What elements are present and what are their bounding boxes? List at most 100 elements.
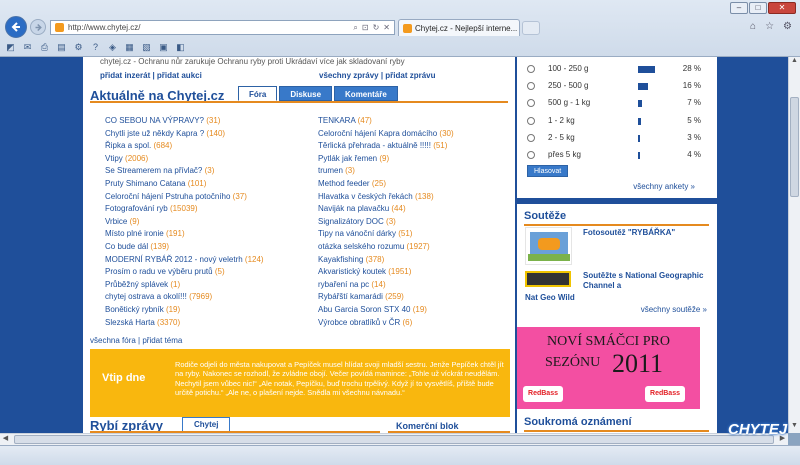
topic-title[interactable]: Těrlická přehrada - aktuálně !!!!! — [318, 141, 431, 150]
tab-diskuse[interactable]: Diskuse — [279, 86, 333, 101]
forum-topic[interactable]: Signalizátory DOC (3) — [318, 216, 454, 229]
compat-icon[interactable]: ⊡ — [362, 23, 369, 33]
topic-title[interactable]: Průběžný splávek — [105, 280, 168, 289]
hscroll-thumb[interactable] — [14, 435, 774, 444]
feed-icon[interactable]: ▧ — [140, 42, 153, 53]
topic-title[interactable]: CO SEBOU NA VÝPRAVY? — [105, 116, 204, 125]
topic-title[interactable]: Se Streamerem na přívlač? — [105, 166, 202, 175]
forum-topic[interactable]: rybaření na pc (14) — [318, 279, 454, 292]
forum-topic[interactable]: Rybářští kamarádi (259) — [318, 291, 454, 304]
topic-title[interactable]: Fotografování ryb — [105, 204, 168, 213]
search-icon[interactable]: ⌕ — [353, 23, 357, 33]
forum-topic[interactable]: Abu Garcia Soron STX 40 (19) — [318, 304, 454, 317]
forum-topic[interactable]: Pruty Shimano Catana (101) — [105, 178, 264, 191]
poll-radio[interactable] — [527, 82, 535, 91]
favorites-star-icon[interactable]: ☆ — [765, 21, 774, 32]
new-tab-button[interactable] — [522, 21, 540, 35]
topic-title[interactable]: Tipy na vánoční dárky — [318, 229, 396, 238]
poll-radio[interactable] — [527, 99, 535, 108]
topic-title[interactable]: Kayakfishing — [318, 255, 363, 264]
toolbar-icon[interactable]: ▣ — [157, 42, 170, 53]
forum-topic[interactable]: TENKARA (47) — [318, 115, 454, 128]
forum-topic[interactable]: Fotografování ryb (15039) — [105, 203, 264, 216]
forum-topic[interactable]: Místo plné ironie (191) — [105, 228, 264, 241]
topic-title[interactable]: MODERNÍ RYBÁŘ 2012 - nový veletrh — [105, 255, 243, 264]
poll-option[interactable]: 500 g - 1 kg 7 % — [527, 97, 709, 111]
topic-title[interactable]: otázka selského rozumu — [318, 242, 404, 251]
rss-icon[interactable]: ◩ — [4, 42, 17, 53]
minimize-button[interactable]: – — [730, 2, 748, 14]
close-window-button[interactable]: ✕ — [768, 2, 796, 14]
page-icon[interactable]: ▤ — [55, 42, 68, 53]
topic-title[interactable]: Rybářští kamarádi — [318, 292, 383, 301]
contest-natgeo-link[interactable]: Soutěžte s National Geographic Channel a — [583, 271, 711, 291]
topic-title[interactable]: Celoroční hájení Kapra domácího — [318, 129, 437, 138]
topic-title[interactable]: Řipka a spol. — [105, 141, 151, 150]
forum-topic[interactable]: Průběžný splávek (1) — [105, 279, 264, 292]
scroll-left-icon[interactable]: ◀ — [0, 434, 11, 445]
extension-icon[interactable]: ◧ — [174, 42, 187, 53]
tab-komentare[interactable]: Komentáře — [334, 86, 398, 101]
poll-radio[interactable] — [527, 133, 535, 142]
all-contests-link[interactable]: všechny soutěže » — [641, 305, 707, 314]
vote-button[interactable]: Hlasovat — [527, 165, 569, 177]
poll-option[interactable]: přes 5 kg 4 % — [527, 149, 709, 163]
forum-topic[interactable]: Method feeder (25) — [318, 178, 454, 191]
contest-rybarka-image[interactable] — [525, 227, 572, 265]
forum-topic[interactable]: Se Streamerem na přívlač? (3) — [105, 165, 264, 178]
forum-topic[interactable]: Řipka a spol. (684) — [105, 140, 264, 153]
print-icon[interactable]: ⎙ — [38, 42, 51, 53]
topic-title[interactable]: Naviják na plavačku — [318, 204, 389, 213]
topic-title[interactable]: Pruty Shimano Catana — [105, 179, 186, 188]
forum-topic[interactable]: Chytli jste už někdy Kapra ? (140) — [105, 128, 264, 141]
forum-topic[interactable]: Pytlák jak řemen (9) — [318, 153, 454, 166]
contest-rybarka-link[interactable]: Fotosoutěž "RYBÁŘKA" — [583, 228, 675, 237]
vertical-scrollbar[interactable]: ▲ ▼ — [788, 57, 800, 433]
forward-button[interactable] — [30, 19, 46, 35]
forum-topic[interactable]: MODERNÍ RYBÁŘ 2012 - nový veletrh (124) — [105, 254, 264, 267]
topic-title[interactable]: Abu Garcia Soron STX 40 — [318, 305, 411, 314]
url-input[interactable] — [68, 23, 318, 32]
home-icon[interactable]: ⌂ — [750, 21, 756, 32]
topic-title[interactable]: Pytlák jak řemen — [318, 154, 377, 163]
tab-chytej[interactable]: Chytej — [182, 417, 231, 432]
forum-topic[interactable]: Výrobce obratlíků v ČR (6) — [318, 317, 454, 330]
scroll-thumb[interactable] — [790, 97, 799, 197]
help-icon[interactable]: ? — [89, 42, 102, 53]
topic-title[interactable]: Signalizátory DOC — [318, 217, 384, 226]
topic-title[interactable]: Místo plné ironie — [105, 229, 164, 238]
contest-natgeo-image[interactable] — [525, 271, 571, 287]
contest-natgeo-link-2[interactable]: Nat Geo Wild — [525, 293, 575, 302]
gear-icon[interactable]: ⚙ — [783, 21, 792, 32]
poll-option[interactable]: 2 - 5 kg 3 % — [527, 132, 709, 146]
topic-title[interactable]: Vrbice — [105, 217, 127, 226]
ads-links[interactable]: přidat inzerát | přidat aukci — [100, 71, 202, 80]
forum-topic[interactable]: Kayakfishing (378) — [318, 254, 454, 267]
forum-topic[interactable]: CO SEBOU NA VÝPRAVY? (31) — [105, 115, 264, 128]
forum-topic[interactable]: Vtipy (2006) — [105, 153, 264, 166]
forum-topic[interactable]: Bonětický rybník (19) — [105, 304, 264, 317]
forum-topic[interactable]: otázka selského rozumu (1927) — [318, 241, 454, 254]
forum-topic[interactable]: Celoroční hájení Kapra domácího (30) — [318, 128, 454, 141]
horizontal-scrollbar[interactable]: ◀ ▶ — [0, 433, 788, 445]
stop-icon[interactable]: ✕ — [383, 23, 390, 33]
poll-radio[interactable] — [527, 116, 535, 125]
forum-topic[interactable]: trumen (3) — [318, 165, 454, 178]
block-icon[interactable]: ▦ — [123, 42, 136, 53]
fora-links[interactable]: všechna fóra | přidat téma — [90, 336, 182, 345]
poll-radio[interactable] — [527, 151, 535, 159]
topic-title[interactable]: Hlavatka v českých řekách — [318, 192, 413, 201]
poll-option[interactable]: 1 - 2 kg 5 % — [527, 115, 709, 129]
tools-gear-icon[interactable]: ⚙ — [72, 42, 85, 53]
tab-fora[interactable]: Fóra — [238, 86, 278, 101]
forum-topic[interactable]: Hlavatka v českých řekách (138) — [318, 191, 454, 204]
topic-title[interactable]: Chytli jste už někdy Kapra ? — [105, 129, 204, 138]
topic-title[interactable]: rybaření na pc — [318, 280, 369, 289]
topic-title[interactable]: Slezská Harta — [105, 318, 155, 327]
back-button[interactable] — [5, 16, 27, 38]
topic-title[interactable]: Bonětický rybník — [105, 305, 164, 314]
forum-topic[interactable]: Akvaristický koutek (1951) — [318, 266, 454, 279]
forum-topic[interactable]: Slezská Harta (3370) — [105, 317, 264, 330]
topic-title[interactable]: Akvaristický koutek — [318, 267, 386, 276]
translate-icon[interactable]: ◈ — [106, 42, 119, 53]
